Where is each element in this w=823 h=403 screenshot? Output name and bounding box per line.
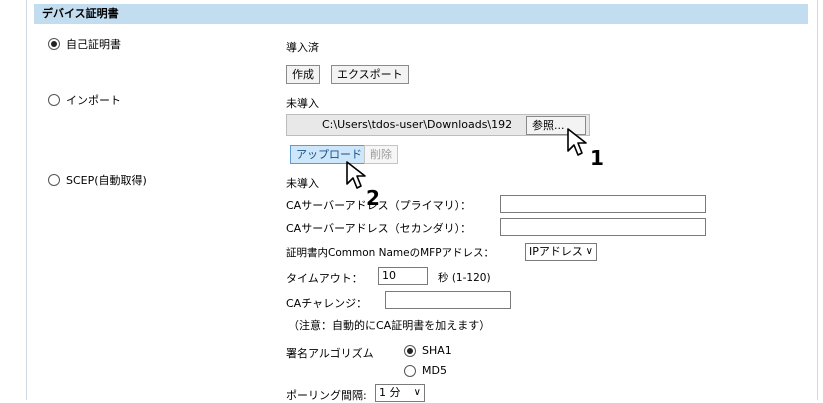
step-number-one: 1: [590, 146, 604, 170]
md5-label: MD5: [422, 364, 447, 377]
import-status: 未導入: [286, 97, 319, 110]
md5-radio[interactable]: MD5: [404, 364, 447, 377]
self-cert-radio[interactable]: 自己証明書: [48, 36, 121, 52]
polling-value: 1 分: [379, 386, 401, 399]
radio-unselected-icon: [48, 174, 60, 186]
ca-note: （注意：自動的にCA証明書を加えます）: [288, 319, 491, 332]
step-number-two: 2: [366, 186, 380, 210]
radio-unselected-icon: [48, 94, 60, 106]
timeout-label: タイムアウト：: [286, 272, 363, 285]
ca-primary-input[interactable]: [500, 195, 706, 213]
sha1-radio[interactable]: SHA1: [404, 344, 452, 357]
scep-status: 未導入: [286, 177, 319, 190]
mouse-pointer-icon: [567, 128, 587, 156]
mfp-address-value: IPアドレス: [529, 245, 583, 258]
radio-unselected-icon: [404, 364, 416, 377]
chevron-down-icon: ∨: [413, 387, 421, 398]
challenge-label: CAチャレンジ：: [286, 297, 368, 310]
radio-selected-icon: [404, 344, 416, 357]
export-button[interactable]: エクスポート: [331, 65, 409, 84]
polling-select[interactable]: 1 分 ∨: [375, 384, 425, 402]
self-cert-status: 導入済: [286, 41, 319, 54]
self-cert-label: 自己証明書: [66, 38, 121, 51]
import-radio[interactable]: インポート: [48, 92, 121, 108]
polling-label: ポーリング間隔:: [286, 389, 367, 402]
create-button[interactable]: 作成: [286, 65, 320, 84]
ca-secondary-label: CAサーバーアドレス（セカンダリ）：: [286, 222, 472, 235]
mfp-address-label: 証明書内Common NameのMFPアドレス：: [286, 247, 495, 259]
timeout-input[interactable]: 10: [378, 267, 428, 285]
import-label: インポート: [66, 94, 121, 107]
signature-label: 署名アルゴリズム: [286, 347, 374, 360]
mfp-address-select[interactable]: IPアドレス ∨: [525, 243, 597, 261]
timeout-unit: 秒 (1-120): [438, 272, 491, 284]
scep-label: SCEP(自動取得): [66, 174, 147, 187]
ca-secondary-input[interactable]: [500, 218, 706, 236]
challenge-input[interactable]: [385, 291, 511, 309]
chevron-down-icon: ∨: [585, 246, 593, 257]
sha1-label: SHA1: [422, 344, 452, 357]
file-path-field[interactable]: C:\Users\tdos-user\Downloads\192: [319, 117, 525, 135]
delete-button: 削除: [364, 145, 398, 164]
section-header: デバイス証明書: [34, 4, 808, 24]
radio-selected-icon: [48, 38, 60, 50]
scep-radio[interactable]: SCEP(自動取得): [48, 172, 147, 188]
